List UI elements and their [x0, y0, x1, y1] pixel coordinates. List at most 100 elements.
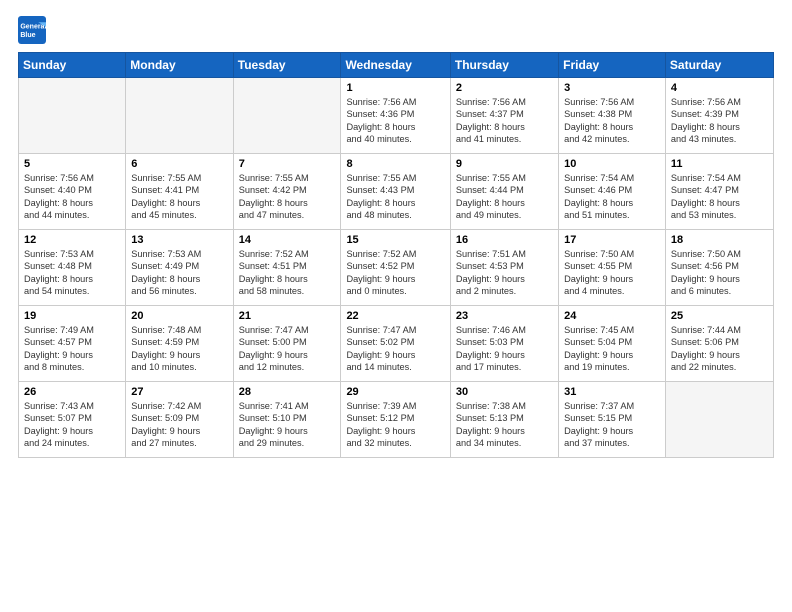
cell-details: Sunrise: 7:55 AMSunset: 4:44 PMDaylight:…	[456, 172, 553, 222]
cell-details: Sunrise: 7:48 AMSunset: 4:59 PMDaylight:…	[131, 324, 227, 374]
weekday-header-thursday: Thursday	[450, 53, 558, 78]
cell-details: Sunrise: 7:54 AMSunset: 4:47 PMDaylight:…	[671, 172, 768, 222]
day-number: 22	[346, 310, 444, 322]
cell-details: Sunrise: 7:56 AMSunset: 4:36 PMDaylight:…	[346, 96, 444, 146]
day-number: 9	[456, 158, 553, 170]
cell-details: Sunrise: 7:56 AMSunset: 4:37 PMDaylight:…	[456, 96, 553, 146]
weekday-header-saturday: Saturday	[665, 53, 773, 78]
day-number: 24	[564, 310, 660, 322]
calendar-cell: 8Sunrise: 7:55 AMSunset: 4:43 PMDaylight…	[341, 154, 450, 230]
cell-details: Sunrise: 7:47 AMSunset: 5:00 PMDaylight:…	[239, 324, 336, 374]
cell-details: Sunrise: 7:41 AMSunset: 5:10 PMDaylight:…	[239, 400, 336, 450]
day-number: 31	[564, 386, 660, 398]
day-number: 13	[131, 234, 227, 246]
weekday-header-monday: Monday	[126, 53, 233, 78]
calendar-cell: 25 Sunrise: 7:44 AMSunset: 5:06 PMDayligh…	[665, 306, 773, 382]
day-number: 19	[24, 310, 120, 322]
calendar-cell: 6 Sunrise: 7:55 AMSunset: 4:41 PMDaylight…	[126, 154, 233, 230]
calendar-cell: 12 Sunrise: 7:53 AMSunset: 4:48 PMDayligh…	[19, 230, 126, 306]
calendar-cell: 28 Sunrise: 7:41 AMSunset: 5:10 PMDayligh…	[233, 382, 341, 458]
calendar-cell: 27Sunrise: 7:42 AMSunset: 5:09 PMDayligh…	[126, 382, 233, 458]
calendar-cell	[19, 78, 126, 154]
calendar-cell: 16 Sunrise: 7:51 AMSunset: 4:53 PMDayligh…	[450, 230, 558, 306]
day-number: 10	[564, 158, 660, 170]
calendar-cell: 19 Sunrise: 7:49 AMSunset: 4:57 PMDayligh…	[19, 306, 126, 382]
day-number: 14	[239, 234, 336, 246]
logo: General Blue	[18, 16, 50, 44]
cell-details: Sunrise: 7:50 AMSunset: 4:56 PMDaylight:…	[671, 248, 768, 298]
cell-details: Sunrise: 7:55 AMSunset: 4:41 PMDaylight:…	[131, 172, 227, 222]
cell-details: Sunrise: 7:55 AMSunset: 4:42 PMDaylight:…	[239, 172, 336, 222]
weekday-header-tuesday: Tuesday	[233, 53, 341, 78]
cell-details: Sunrise: 7:56 AMSunset: 4:40 PMDaylight:…	[24, 172, 120, 222]
cell-details: Sunrise: 7:53 AMSunset: 4:49 PMDaylight:…	[131, 248, 227, 298]
cell-details: Sunrise: 7:52 AMSunset: 4:51 PMDaylight:…	[239, 248, 336, 298]
calendar-cell	[665, 382, 773, 458]
cell-details: Sunrise: 7:47 AMSunset: 5:02 PMDaylight:…	[346, 324, 444, 374]
logo-icon: General Blue	[18, 16, 46, 44]
cell-details: Sunrise: 7:39 AMSunset: 5:12 PMDaylight:…	[346, 400, 444, 450]
day-number: 16	[456, 234, 553, 246]
cell-details: Sunrise: 7:46 AMSunset: 5:03 PMDaylight:…	[456, 324, 553, 374]
cell-details: Sunrise: 7:42 AMSunset: 5:09 PMDaylight:…	[131, 400, 227, 450]
cell-details: Sunrise: 7:37 AMSunset: 5:15 PMDaylight:…	[564, 400, 660, 450]
calendar-cell: 26 Sunrise: 7:43 AMSunset: 5:07 PMDayligh…	[19, 382, 126, 458]
calendar-cell: 1 Sunrise: 7:56 AMSunset: 4:36 PMDaylight…	[341, 78, 450, 154]
calendar-cell: 3Sunrise: 7:56 AMSunset: 4:38 PMDaylight…	[559, 78, 666, 154]
calendar-cell: 14 Sunrise: 7:52 AMSunset: 4:51 PMDayligh…	[233, 230, 341, 306]
calendar-cell: 17 Sunrise: 7:50 AMSunset: 4:55 PMDayligh…	[559, 230, 666, 306]
calendar-cell: 31 Sunrise: 7:37 AMSunset: 5:15 PMDayligh…	[559, 382, 666, 458]
day-number: 30	[456, 386, 553, 398]
calendar-cell: 5Sunrise: 7:56 AMSunset: 4:40 PMDaylight…	[19, 154, 126, 230]
calendar-cell: 20 Sunrise: 7:48 AMSunset: 4:59 PMDayligh…	[126, 306, 233, 382]
day-number: 20	[131, 310, 227, 322]
cell-details: Sunrise: 7:53 AMSunset: 4:48 PMDaylight:…	[24, 248, 120, 298]
calendar-cell: 10 Sunrise: 7:54 AMSunset: 4:46 PMDayligh…	[559, 154, 666, 230]
day-number: 2	[456, 82, 553, 94]
day-number: 12	[24, 234, 120, 246]
calendar-table: SundayMondayTuesdayWednesdayThursdayFrid…	[18, 52, 774, 458]
calendar-cell	[126, 78, 233, 154]
calendar-cell: 23 Sunrise: 7:46 AMSunset: 5:03 PMDayligh…	[450, 306, 558, 382]
calendar-cell: 2 Sunrise: 7:56 AMSunset: 4:37 PMDaylight…	[450, 78, 558, 154]
day-number: 17	[564, 234, 660, 246]
cell-details: Sunrise: 7:54 AMSunset: 4:46 PMDaylight:…	[564, 172, 660, 222]
cell-details: Sunrise: 7:49 AMSunset: 4:57 PMDaylight:…	[24, 324, 120, 374]
day-number: 18	[671, 234, 768, 246]
cell-details: Sunrise: 7:38 AMSunset: 5:13 PMDaylight:…	[456, 400, 553, 450]
day-number: 7	[239, 158, 336, 170]
day-number: 1	[346, 82, 444, 94]
calendar-cell: 15 Sunrise: 7:52 AMSunset: 4:52 PMDayligh…	[341, 230, 450, 306]
calendar-cell: 18 Sunrise: 7:50 AMSunset: 4:56 PMDayligh…	[665, 230, 773, 306]
weekday-header-sunday: Sunday	[19, 53, 126, 78]
calendar-cell: 22 Sunrise: 7:47 AMSunset: 5:02 PMDayligh…	[341, 306, 450, 382]
cell-details: Sunrise: 7:51 AMSunset: 4:53 PMDaylight:…	[456, 248, 553, 298]
day-number: 11	[671, 158, 768, 170]
calendar-cell: 11 Sunrise: 7:54 AMSunset: 4:47 PMDayligh…	[665, 154, 773, 230]
calendar-cell: 30 Sunrise: 7:38 AMSunset: 5:13 PMDayligh…	[450, 382, 558, 458]
cell-details: Sunrise: 7:50 AMSunset: 4:55 PMDaylight:…	[564, 248, 660, 298]
calendar-cell: 24 Sunrise: 7:45 AMSunset: 5:04 PMDayligh…	[559, 306, 666, 382]
cell-details: Sunrise: 7:43 AMSunset: 5:07 PMDaylight:…	[24, 400, 120, 450]
day-number: 25	[671, 310, 768, 322]
calendar-cell: 21Sunrise: 7:47 AMSunset: 5:00 PMDayligh…	[233, 306, 341, 382]
day-number: 26	[24, 386, 120, 398]
calendar-cell: 4Sunrise: 7:56 AMSunset: 4:39 PMDaylight…	[665, 78, 773, 154]
cell-details: Sunrise: 7:56 AMSunset: 4:38 PMDaylight:…	[564, 96, 660, 146]
calendar-cell	[233, 78, 341, 154]
day-number: 28	[239, 386, 336, 398]
calendar-cell: 13 Sunrise: 7:53 AMSunset: 4:49 PMDayligh…	[126, 230, 233, 306]
day-number: 23	[456, 310, 553, 322]
svg-text:Blue: Blue	[20, 32, 35, 39]
day-number: 29	[346, 386, 444, 398]
cell-details: Sunrise: 7:55 AMSunset: 4:43 PMDaylight:…	[346, 172, 444, 222]
calendar-cell: 7 Sunrise: 7:55 AMSunset: 4:42 PMDaylight…	[233, 154, 341, 230]
cell-details: Sunrise: 7:45 AMSunset: 5:04 PMDaylight:…	[564, 324, 660, 374]
weekday-header-friday: Friday	[559, 53, 666, 78]
calendar-cell: 9 Sunrise: 7:55 AMSunset: 4:44 PMDaylight…	[450, 154, 558, 230]
day-number: 15	[346, 234, 444, 246]
cell-details: Sunrise: 7:44 AMSunset: 5:06 PMDaylight:…	[671, 324, 768, 374]
day-number: 6	[131, 158, 227, 170]
cell-details: Sunrise: 7:56 AMSunset: 4:39 PMDaylight:…	[671, 96, 768, 146]
cell-details: Sunrise: 7:52 AMSunset: 4:52 PMDaylight:…	[346, 248, 444, 298]
